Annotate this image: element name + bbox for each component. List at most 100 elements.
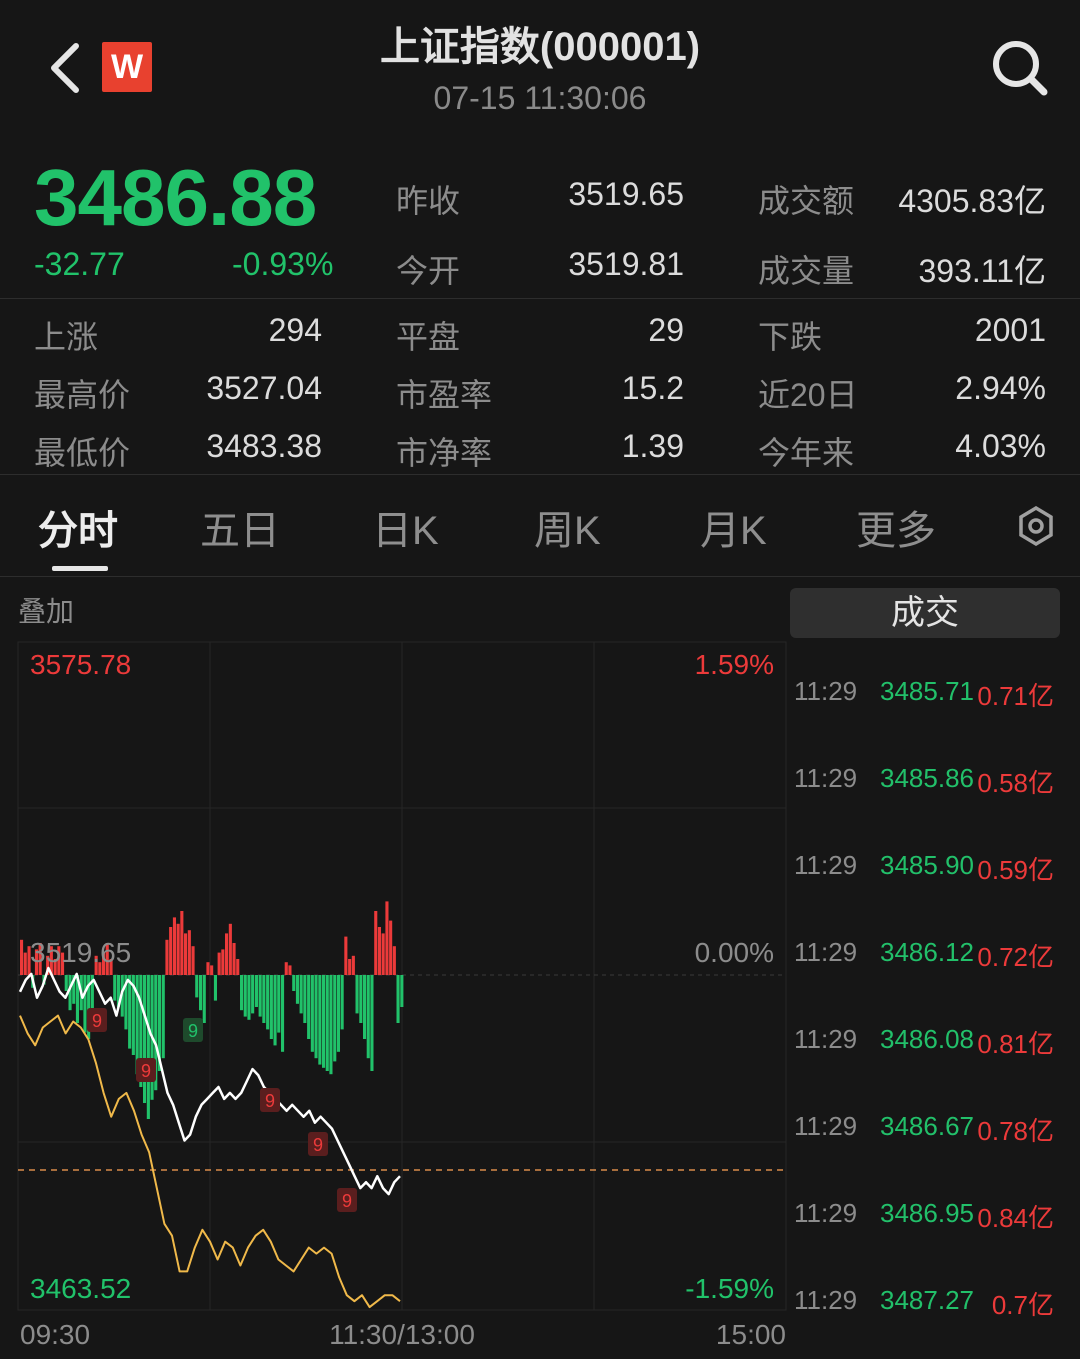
trade-volume: 0.84亿: [977, 1203, 1054, 1233]
volume-bar-down: [247, 975, 251, 1020]
trade-row: 11:29 3485.71 0.71亿: [794, 676, 1060, 716]
signal-marker-label: 9: [342, 1191, 352, 1211]
tab-monthly-k[interactable]: 月K: [700, 498, 767, 556]
volume-bar-down: [273, 975, 277, 1046]
trade-time: 11:29: [794, 850, 858, 880]
active-tab-indicator: [52, 566, 108, 571]
overlay-button[interactable]: 叠加: [18, 590, 74, 630]
volume-bar-up: [176, 923, 180, 975]
tab-more[interactable]: 更多: [856, 498, 936, 556]
volume-bar-down: [325, 975, 329, 1071]
x-tick-open: 09:30: [20, 1319, 90, 1350]
grid-value: 2001: [974, 312, 1046, 348]
volume-bar-up: [389, 920, 393, 975]
volume-bar-up: [206, 962, 210, 975]
grid-label: 市盈率: [396, 377, 493, 413]
trade-time: 11:29: [794, 1198, 858, 1228]
volume-bar-up: [210, 965, 214, 975]
trade-time: 11:29: [794, 1024, 858, 1054]
volume-bar-down: [64, 975, 68, 991]
price-change-percent: -0.93%: [232, 246, 334, 282]
volume-bar-down: [310, 975, 314, 1052]
current-price: 3486.88: [34, 153, 317, 242]
grid-label: 下跌: [758, 319, 823, 355]
volume-bar-down: [161, 975, 165, 1059]
volume-bar-up: [232, 943, 236, 975]
volume-bar-down: [251, 975, 255, 1014]
volume-bar-down: [370, 975, 374, 1071]
stat-label: 今开: [396, 253, 461, 289]
grid-value: 294: [268, 312, 322, 348]
stat-label: 成交额: [758, 183, 855, 219]
trade-row: 11:29 3485.86 0.58亿: [794, 763, 1060, 803]
trade-price: 3487.27: [880, 1285, 974, 1315]
volume-bar-down: [243, 975, 247, 1017]
volume-bar-up: [236, 959, 240, 975]
volume-bar-down: [307, 975, 311, 1039]
grid-label: 平盘: [396, 319, 461, 355]
signal-marker-label: 9: [265, 1091, 275, 1111]
stat-value: 4305.83亿: [898, 183, 1046, 219]
tab-weekly-k[interactable]: 周K: [534, 498, 601, 556]
grid-label: 今年来: [758, 435, 855, 471]
grid-value: 15.2: [621, 370, 684, 406]
volume-bar-up: [385, 901, 389, 975]
grid-value: 4.03%: [955, 428, 1046, 464]
trade-volume: 0.78亿: [977, 1116, 1054, 1146]
volume-bar-down: [240, 975, 244, 1011]
page-title: 上证指数(000001): [379, 25, 701, 69]
deal-button[interactable]: 成交: [790, 588, 1060, 638]
volume-bar-up: [377, 927, 381, 975]
trade-time: 11:29: [794, 1285, 858, 1315]
tab-daily-k[interactable]: 日K: [372, 498, 439, 556]
volume-bar-up: [392, 946, 396, 975]
grid-label: 最低价: [34, 435, 131, 471]
volume-bar-down: [258, 975, 262, 1017]
trade-row: 11:29 3487.27 0.7亿: [794, 1285, 1060, 1325]
trade-price: 3486.12: [880, 937, 974, 967]
volume-bar-up: [288, 965, 292, 975]
volume-bar-up: [228, 923, 232, 975]
volume-bar-down: [333, 975, 337, 1062]
trade-row: 11:29 3485.90 0.59亿: [794, 850, 1060, 890]
volume-bar-down: [400, 975, 404, 1007]
grid-value: 2.94%: [955, 370, 1046, 406]
trade-volume: 0.59亿: [977, 855, 1054, 885]
grid-value: 3527.04: [206, 370, 322, 406]
volume-bar-up: [165, 939, 169, 975]
volume-bar-up: [191, 946, 195, 975]
trade-time: 11:29: [794, 763, 858, 793]
volume-bar-down: [355, 975, 359, 1014]
trade-price: 3486.95: [880, 1198, 974, 1228]
volume-bar-down: [269, 975, 273, 1039]
grid-label: 市净率: [396, 435, 493, 471]
volume-bar-up: [221, 949, 225, 975]
stat-value: 3519.65: [568, 176, 684, 212]
volume-bar-down: [199, 975, 203, 1011]
volume-bar-up: [374, 911, 378, 975]
trade-price: 3486.67: [880, 1111, 974, 1141]
update-time: 07-15 11:30:06: [433, 80, 647, 116]
volume-bar-down: [329, 975, 333, 1075]
trade-time: 11:29: [794, 676, 858, 706]
intraday-chart[interactable]: 9 9 9 9 9 9 3575.78 1.59% 3519.65 0.00% 3463.…: [0, 630, 790, 1359]
volume-bar-down: [299, 975, 303, 1014]
tab-intraday[interactable]: 分时: [38, 498, 118, 556]
volume-bar-down: [202, 975, 206, 1023]
signal-marker-label: 9: [188, 1021, 198, 1041]
stat-label: 昨收: [396, 183, 461, 219]
gear-icon[interactable]: [1016, 506, 1056, 546]
chart-max-label: 3575.78: [30, 649, 131, 680]
volume-bar-up: [344, 936, 348, 975]
trade-time: 11:29: [794, 1111, 858, 1141]
grid-value: 3483.38: [206, 428, 322, 464]
trade-price: 3486.08: [880, 1024, 974, 1054]
volume-bar-up: [20, 939, 24, 975]
volume-bar-down: [277, 975, 281, 1033]
grid-label: 近20日: [758, 377, 858, 413]
volume-bar-down: [213, 975, 217, 1001]
chart-zero-pct: 0.00%: [695, 937, 774, 968]
tab-five-day[interactable]: 五日: [200, 498, 280, 556]
search-icon[interactable]: [990, 38, 1050, 98]
volume-bar-down: [281, 975, 285, 1052]
